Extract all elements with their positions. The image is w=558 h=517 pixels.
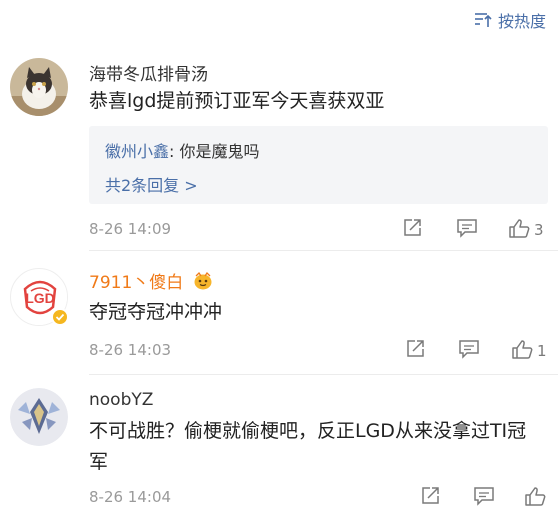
comment-icon — [458, 339, 480, 363]
fan-badge-icon — [193, 271, 213, 295]
comment-button[interactable] — [458, 339, 480, 363]
thumbs-up-icon — [524, 486, 546, 510]
comment-button[interactable] — [456, 218, 478, 242]
comment-icon — [456, 218, 478, 242]
like-button[interactable]: 3 — [508, 218, 544, 242]
share-icon — [420, 486, 440, 510]
like-button[interactable]: 1 — [511, 339, 547, 363]
thumbs-up-icon — [508, 218, 530, 242]
reply-username[interactable]: 徽州小鑫 — [105, 142, 169, 161]
view-replies-link[interactable]: 共2条回复 > — [105, 172, 198, 196]
share-icon — [405, 339, 425, 363]
comment-text: 恭喜lgd提前预订亚军今天喜获双亚 — [89, 90, 385, 112]
thumbs-up-icon — [511, 339, 533, 363]
timestamp: 8-26 14:04 — [89, 488, 172, 506]
comment-item: LGD 7911丶傻白 夺冠夺冠冲冲冲 8-26 14:03 1 — [0, 250, 558, 374]
share-button[interactable] — [402, 218, 422, 242]
share-button[interactable] — [405, 339, 425, 363]
comment-icon — [473, 486, 495, 510]
username[interactable]: 7911丶傻白 — [89, 268, 213, 295]
verified-badge-icon — [51, 308, 69, 326]
avatar[interactable] — [10, 388, 68, 446]
share-icon — [402, 218, 422, 242]
reply-text: : 你是魔鬼吗 — [169, 142, 260, 161]
like-count: 3 — [534, 221, 544, 239]
comment-item: noobYZ 不可战胜？偷梗就偷梗吧，反正LGD从来没拿过TI冠军 8-26 1… — [0, 374, 558, 517]
username[interactable]: 海带冬瓜排骨汤 — [89, 60, 208, 85]
reply-line: 徽州小鑫: 你是魔鬼吗 — [105, 138, 260, 162]
comment-text: 不可战胜？偷梗就偷梗吧，反正LGD从来没拿过TI冠军 — [89, 420, 527, 473]
svg-text:LGD: LGD — [25, 290, 55, 306]
timestamp: 8-26 14:03 — [89, 341, 172, 359]
like-count: 1 — [537, 342, 547, 360]
comment-button[interactable] — [473, 486, 495, 510]
reply-preview[interactable]: 徽州小鑫: 你是魔鬼吗 共2条回复 > — [89, 126, 548, 204]
timestamp: 8-26 14:09 — [89, 220, 172, 238]
username[interactable]: noobYZ — [89, 390, 153, 410]
username-text: 7911丶傻白 — [89, 273, 184, 293]
comment-text: 夺冠夺冠冲冲冲 — [89, 301, 223, 323]
avatar[interactable] — [10, 58, 68, 116]
share-button[interactable] — [420, 486, 440, 510]
like-button[interactable] — [524, 486, 550, 510]
comment-item: 海带冬瓜排骨汤 恭喜lgd提前预订亚军今天喜获双亚 徽州小鑫: 你是魔鬼吗 共2… — [0, 0, 558, 250]
